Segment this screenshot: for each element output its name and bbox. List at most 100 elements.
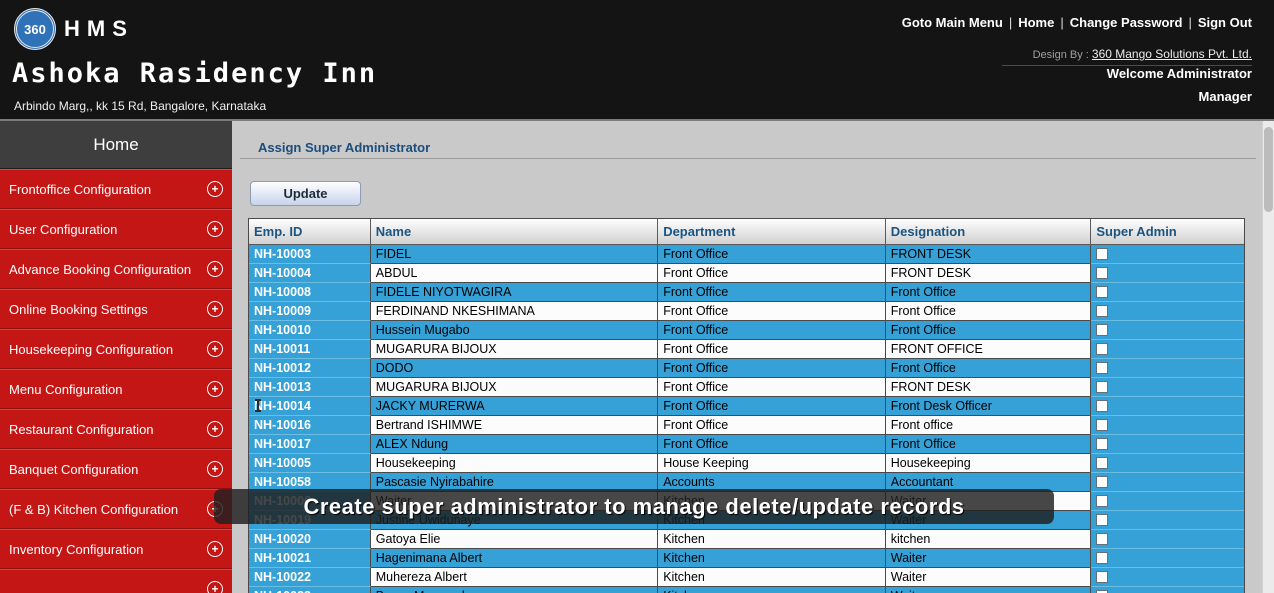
nav-goto-main-menu[interactable]: Goto Main Menu	[902, 15, 1003, 30]
page: 360 HMS Ashoka Rasidency Inn Arbindo Mar…	[0, 0, 1274, 593]
design-by-label: Design By :	[1032, 49, 1089, 61]
table-row: NH-10021 Hagenimana Albert Kitchen Waite…	[249, 549, 1245, 568]
sidebar-menu-item[interactable]: User Configuration +	[0, 209, 232, 249]
cell-name: Bosco Munyembaraga	[370, 587, 659, 593]
plus-icon[interactable]: +	[207, 341, 223, 357]
plus-icon[interactable]: +	[207, 421, 223, 437]
super-admin-checkbox[interactable]	[1096, 552, 1109, 564]
cell-emp-id: NH-10021	[249, 549, 371, 568]
cell-name: Bertrand ISHIMWE	[370, 416, 659, 435]
cell-department: Front Office	[658, 416, 886, 435]
cell-super-admin	[1091, 568, 1245, 587]
cell-designation: Waiter	[885, 587, 1092, 593]
nav-change-password[interactable]: Change Password	[1070, 15, 1183, 30]
super-admin-checkbox[interactable]	[1096, 476, 1109, 488]
super-admin-checkbox[interactable]	[1096, 457, 1109, 469]
sidebar-menu-item[interactable]: +	[0, 569, 232, 593]
cell-name: MUGARURA BIJOUX	[370, 340, 659, 359]
cell-designation: kitchen	[885, 530, 1092, 549]
col-header-super-admin: Super Admin	[1091, 219, 1245, 245]
cell-emp-id: NH-10012	[249, 359, 371, 378]
cell-designation: Waiter	[885, 549, 1092, 568]
cell-emp-id: NH-10020	[249, 530, 371, 549]
sidebar-item-label: (F & B) Kitchen Configuration	[9, 501, 179, 517]
plus-icon[interactable]: +	[207, 381, 223, 397]
col-header-name: Name	[370, 219, 659, 245]
cell-super-admin	[1091, 473, 1245, 492]
table-row: NH-10004 ABDUL Front Office FRONT DESK	[249, 264, 1245, 283]
cell-designation: FRONT OFFICE	[885, 340, 1092, 359]
table-row: NH-10016 Bertrand ISHIMWE Front Office F…	[249, 416, 1245, 435]
super-admin-checkbox[interactable]	[1096, 305, 1109, 317]
table-row: NH-10013 MUGARURA BIJOUX Front Office FR…	[249, 378, 1245, 397]
cell-name: Housekeeping	[370, 454, 659, 473]
super-admin-checkbox[interactable]	[1096, 248, 1109, 260]
sidebar-menu-item[interactable]: Restaurant Configuration +	[0, 409, 232, 449]
super-admin-checkbox[interactable]	[1096, 362, 1109, 374]
plus-icon[interactable]: +	[207, 461, 223, 477]
super-admin-checkbox[interactable]	[1096, 419, 1109, 431]
super-admin-checkbox[interactable]	[1096, 514, 1109, 526]
welcome-text: Welcome Administrator	[1106, 66, 1252, 81]
plus-icon[interactable]: +	[207, 261, 223, 277]
super-admin-checkbox[interactable]	[1096, 381, 1109, 393]
super-admin-checkbox[interactable]	[1096, 324, 1109, 336]
super-admin-checkbox[interactable]	[1096, 533, 1109, 545]
sidebar-menu-item[interactable]: Housekeeping Configuration +	[0, 329, 232, 369]
super-admin-checkbox[interactable]	[1096, 400, 1109, 412]
plus-icon[interactable]: +	[207, 301, 223, 317]
update-button[interactable]: Update	[250, 181, 361, 206]
cell-department: Kitchen	[658, 587, 886, 593]
vertical-scrollbar[interactable]	[1262, 121, 1274, 593]
super-admin-checkbox[interactable]	[1096, 286, 1109, 298]
cell-emp-id: NH-10014	[249, 397, 371, 416]
nav-separator: |	[1060, 15, 1064, 30]
cell-name: FIDEL	[370, 245, 659, 264]
plus-icon[interactable]: +	[207, 221, 223, 237]
nav-home[interactable]: Home	[1018, 15, 1054, 30]
cell-designation: Front Office	[885, 283, 1092, 302]
super-admin-checkbox[interactable]	[1096, 571, 1109, 583]
cell-emp-id: NH-10005	[249, 454, 371, 473]
sidebar-home[interactable]: Home	[0, 121, 232, 169]
sidebar-item-label: Housekeeping Configuration	[9, 341, 174, 357]
design-by-link[interactable]: 360 Mango Solutions Pvt. Ltd.	[1092, 47, 1252, 61]
table-row: NH-10009 FERDINAND NKESHIMANA Front Offi…	[249, 302, 1245, 321]
super-admin-checkbox[interactable]	[1096, 267, 1109, 279]
super-admin-checkbox[interactable]	[1096, 495, 1109, 507]
cell-department: Front Office	[658, 264, 886, 283]
sidebar-menu-item[interactable]: Frontoffice Configuration +	[0, 169, 232, 209]
nav-separator: |	[1008, 15, 1013, 30]
cell-designation: Front office	[885, 416, 1092, 435]
cell-name: Gatoya Elie	[370, 530, 659, 549]
cell-department: Front Office	[658, 359, 886, 378]
sidebar-menu-item[interactable]: (F & B) Kitchen Configuration +	[0, 489, 232, 529]
sidebar-menu-item[interactable]: Banquet Configuration +	[0, 449, 232, 489]
table-row: NH-10005 Housekeeping House Keeping Hous…	[249, 454, 1245, 473]
plus-icon[interactable]: +	[207, 541, 223, 557]
cell-department: Front Office	[658, 321, 886, 340]
logo-text: HMS	[64, 16, 134, 41]
sidebar-menu-item[interactable]: Menu Configuration +	[0, 369, 232, 409]
top-nav: Goto Main Menu | Home | Change Password | Sign…	[902, 15, 1252, 30]
plus-icon[interactable]: +	[207, 581, 223, 593]
cell-super-admin	[1091, 340, 1245, 359]
cell-department: Front Office	[658, 435, 886, 454]
cell-designation: FRONT DESK	[885, 378, 1092, 397]
scrollbar-thumb[interactable]	[1264, 127, 1273, 212]
super-admin-checkbox[interactable]	[1096, 343, 1109, 355]
sidebar-menu-item[interactable]: Online Booking Settings +	[0, 289, 232, 329]
super-admin-checkbox[interactable]	[1096, 438, 1109, 450]
table-body: NH-10003 FIDEL Front Office FRONT DESK N…	[249, 245, 1245, 593]
overlay-caption: Create super administrator to manage del…	[214, 489, 1054, 524]
table-header-row: Emp. ID Name Department Designation Supe…	[249, 219, 1245, 245]
cell-super-admin	[1091, 264, 1245, 283]
sidebar: Home Frontoffice Configuration + User Co…	[0, 121, 232, 593]
plus-icon[interactable]: +	[207, 181, 223, 197]
sidebar-menu-item[interactable]: Inventory Configuration +	[0, 529, 232, 569]
sidebar-item-label: User Configuration	[9, 221, 118, 237]
cell-designation: Housekeeping	[885, 454, 1092, 473]
nav-sign-out[interactable]: Sign Out	[1198, 15, 1252, 30]
sidebar-menu-item[interactable]: Advance Booking Configuration +	[0, 249, 232, 289]
table-row: NH-10012 DODO Front Office Front Office	[249, 359, 1245, 378]
